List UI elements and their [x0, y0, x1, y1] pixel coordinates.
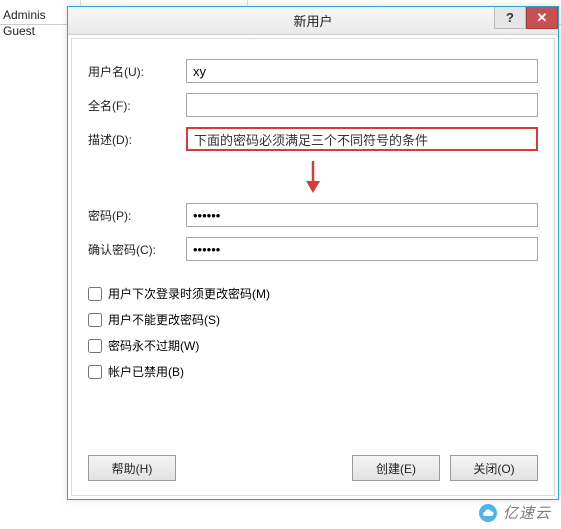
titlebar: 新用户 ? ✕: [68, 7, 558, 35]
help-button-footer[interactable]: 帮助(H): [88, 455, 176, 481]
background-user-list: Adminis Guest: [3, 7, 46, 39]
password-input[interactable]: [186, 203, 538, 227]
list-item[interactable]: Adminis: [3, 7, 46, 23]
arrow-down-icon: [304, 161, 322, 193]
dialog-body: 用户名(U): 全名(F): 描述(D): 密码(P): 确认密码(C):: [71, 38, 555, 496]
checkbox-must-change-label: 用户下次登录时须更改密码(M): [108, 285, 270, 302]
dialog-title: 新用户: [293, 11, 332, 30]
checkbox-disabled[interactable]: 帐户已禁用(B): [88, 363, 538, 380]
fullname-input[interactable]: [186, 93, 538, 117]
checkbox-never-expire[interactable]: 密码永不过期(W): [88, 337, 538, 354]
new-user-dialog: 新用户 ? ✕ 用户名(U): 全名(F): 描述(D): 密码(P):: [67, 6, 559, 500]
checkbox-must-change[interactable]: 用户下次登录时须更改密码(M): [88, 285, 538, 302]
close-icon[interactable]: ✕: [526, 7, 558, 29]
password-label: 密码(P):: [88, 207, 186, 224]
checkbox-cannot-change-box[interactable]: [88, 313, 102, 327]
close-button[interactable]: 关闭(O): [450, 455, 538, 481]
checkbox-never-expire-box[interactable]: [88, 339, 102, 353]
checkbox-never-expire-label: 密码永不过期(W): [108, 337, 199, 354]
create-button[interactable]: 创建(E): [352, 455, 440, 481]
cloud-icon: [479, 504, 497, 522]
list-item[interactable]: Guest: [3, 23, 46, 39]
checkbox-disabled-label: 帐户已禁用(B): [108, 363, 184, 380]
checkbox-cannot-change-label: 用户不能更改密码(S): [108, 311, 220, 328]
checkbox-disabled-box[interactable]: [88, 365, 102, 379]
watermark-text: 亿速云: [503, 502, 551, 523]
username-input[interactable]: [186, 59, 538, 83]
watermark: 亿速云: [479, 502, 551, 523]
help-button[interactable]: ?: [494, 7, 526, 29]
checkbox-must-change-box[interactable]: [88, 287, 102, 301]
arrow-annotation: [88, 161, 538, 193]
checkbox-cannot-change[interactable]: 用户不能更改密码(S): [88, 311, 538, 328]
confirm-password-label: 确认密码(C):: [88, 241, 186, 258]
fullname-label: 全名(F):: [88, 97, 186, 114]
description-input[interactable]: [186, 127, 538, 151]
description-label: 描述(D):: [88, 131, 186, 148]
confirm-password-input[interactable]: [186, 237, 538, 261]
username-label: 用户名(U):: [88, 63, 186, 80]
